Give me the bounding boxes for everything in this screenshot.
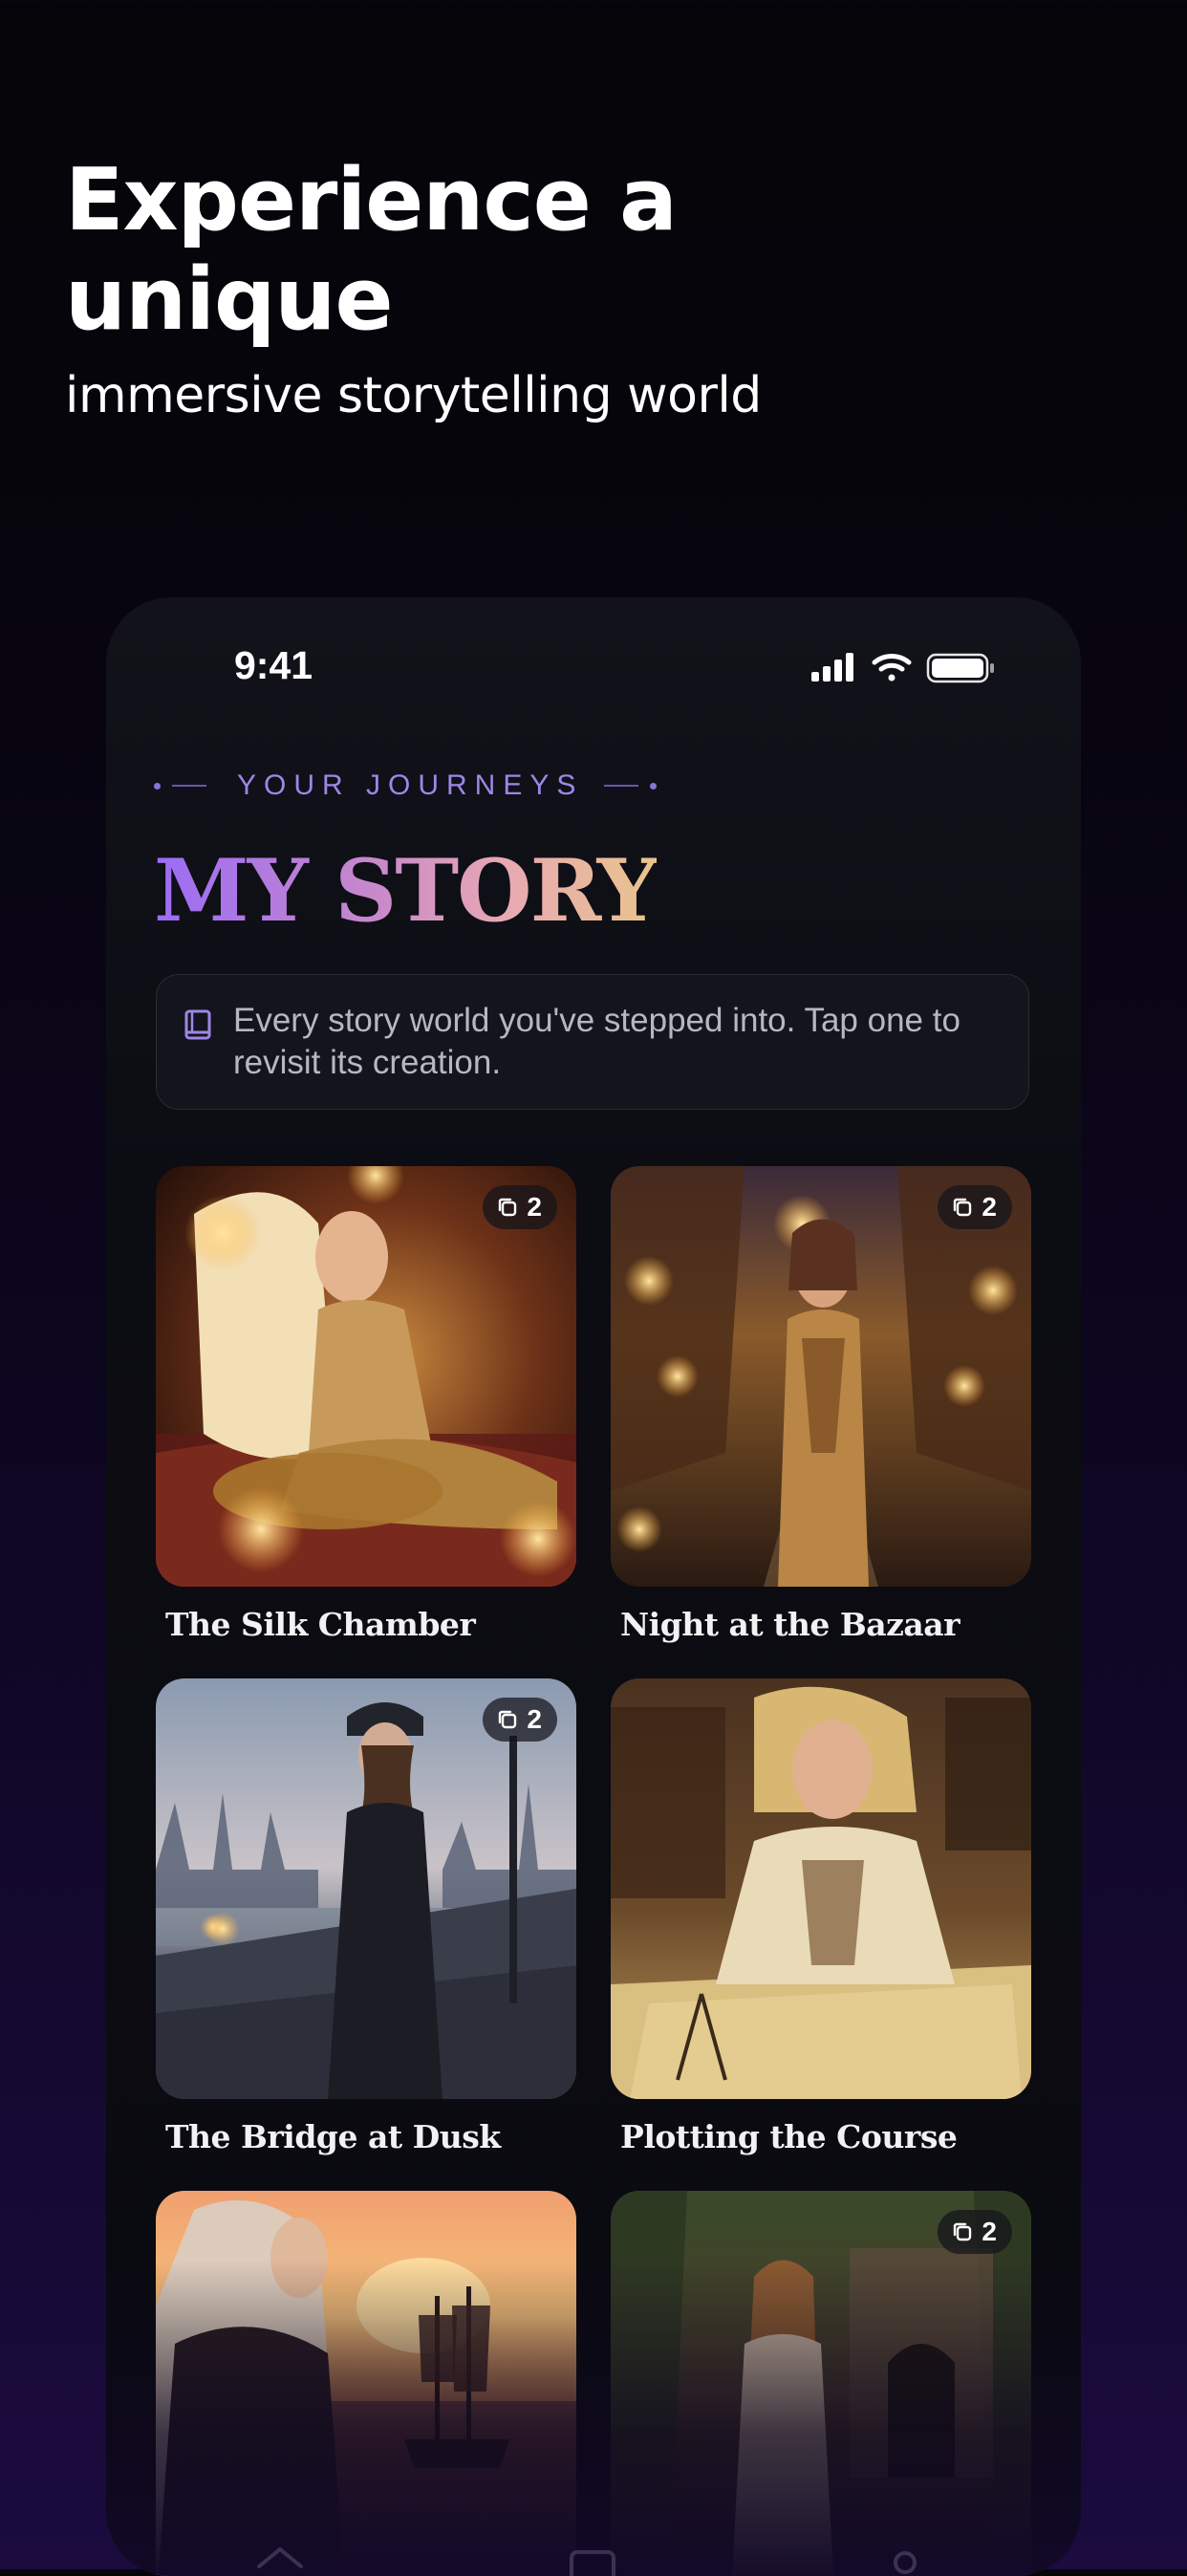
status-icons [809, 649, 1001, 687]
info-banner: Every story world you've stepped into. T… [156, 974, 1029, 1110]
bazaar-illustration [611, 1166, 1031, 1587]
count-badge: 2 [938, 1185, 1012, 1229]
eyebrow-dot [650, 782, 658, 790]
bridge-illustration [156, 1678, 576, 2099]
story-title: Night at the Bazaar [620, 1606, 960, 1643]
story-thumbnail[interactable]: 2 [611, 1166, 1031, 1587]
map-room-illustration [611, 1678, 1031, 2099]
copy-icon [499, 1710, 517, 1729]
count-badge: 2 [483, 1185, 557, 1229]
copy-icon [954, 2222, 972, 2241]
story-card[interactable]: 2 The Silk Chamber [156, 1166, 576, 1643]
eyebrow-label: YOUR JOURNEYS [237, 769, 584, 801]
story-thumbnail[interactable]: 2 [156, 1678, 576, 2099]
gallery-icon[interactable] [570, 2550, 615, 2576]
cellular-signal-icon [811, 653, 853, 682]
story-card[interactable]: 2 Night at the Bazaar [611, 1166, 1031, 1643]
count-badge-value: 2 [527, 1192, 542, 1222]
story-thumbnail[interactable] [611, 1678, 1031, 2099]
home-icon[interactable] [257, 2546, 303, 2568]
book-icon [184, 1009, 211, 1040]
page-title: MY STORY [154, 840, 658, 942]
story-title: The Bridge at Dusk [165, 2118, 501, 2155]
story-title: Plotting the Course [620, 2118, 958, 2155]
count-badge: 2 [938, 2210, 1012, 2254]
promo-headline: Experience a unique [65, 150, 678, 350]
profile-icon[interactable] [894, 2551, 917, 2574]
silk-chamber-illustration [156, 1166, 576, 1587]
count-badge: 2 [483, 1698, 557, 1742]
eyebrow-rule [604, 785, 639, 787]
story-card[interactable]: 2 The Bridge at Dusk [156, 1678, 576, 2155]
status-time: 9:41 [234, 643, 313, 687]
count-badge-value: 2 [982, 2217, 997, 2246]
count-badge-value: 2 [527, 1704, 542, 1734]
eyebrow-dot [154, 782, 161, 790]
eyebrow-rule [172, 785, 206, 787]
count-badge-value: 2 [982, 1192, 997, 1222]
phone-mockup: 9:41 YOUR JOURNEYS MY STORY Every story … [106, 597, 1081, 2576]
info-text: Every story world you've stepped into. T… [233, 1002, 960, 1081]
story-title: The Silk Chamber [165, 1606, 476, 1643]
promo-subline: immersive storytelling world [65, 367, 762, 424]
wifi-icon [872, 654, 912, 682]
copy-icon [954, 1198, 972, 1217]
tab-bar [106, 2509, 1081, 2576]
copy-icon [499, 1198, 517, 1217]
story-thumbnail[interactable]: 2 [156, 1166, 576, 1587]
battery-icon [926, 653, 994, 683]
section-eyebrow: YOUR JOURNEYS [154, 769, 658, 801]
story-card[interactable]: Plotting the Course [611, 1678, 1031, 2155]
